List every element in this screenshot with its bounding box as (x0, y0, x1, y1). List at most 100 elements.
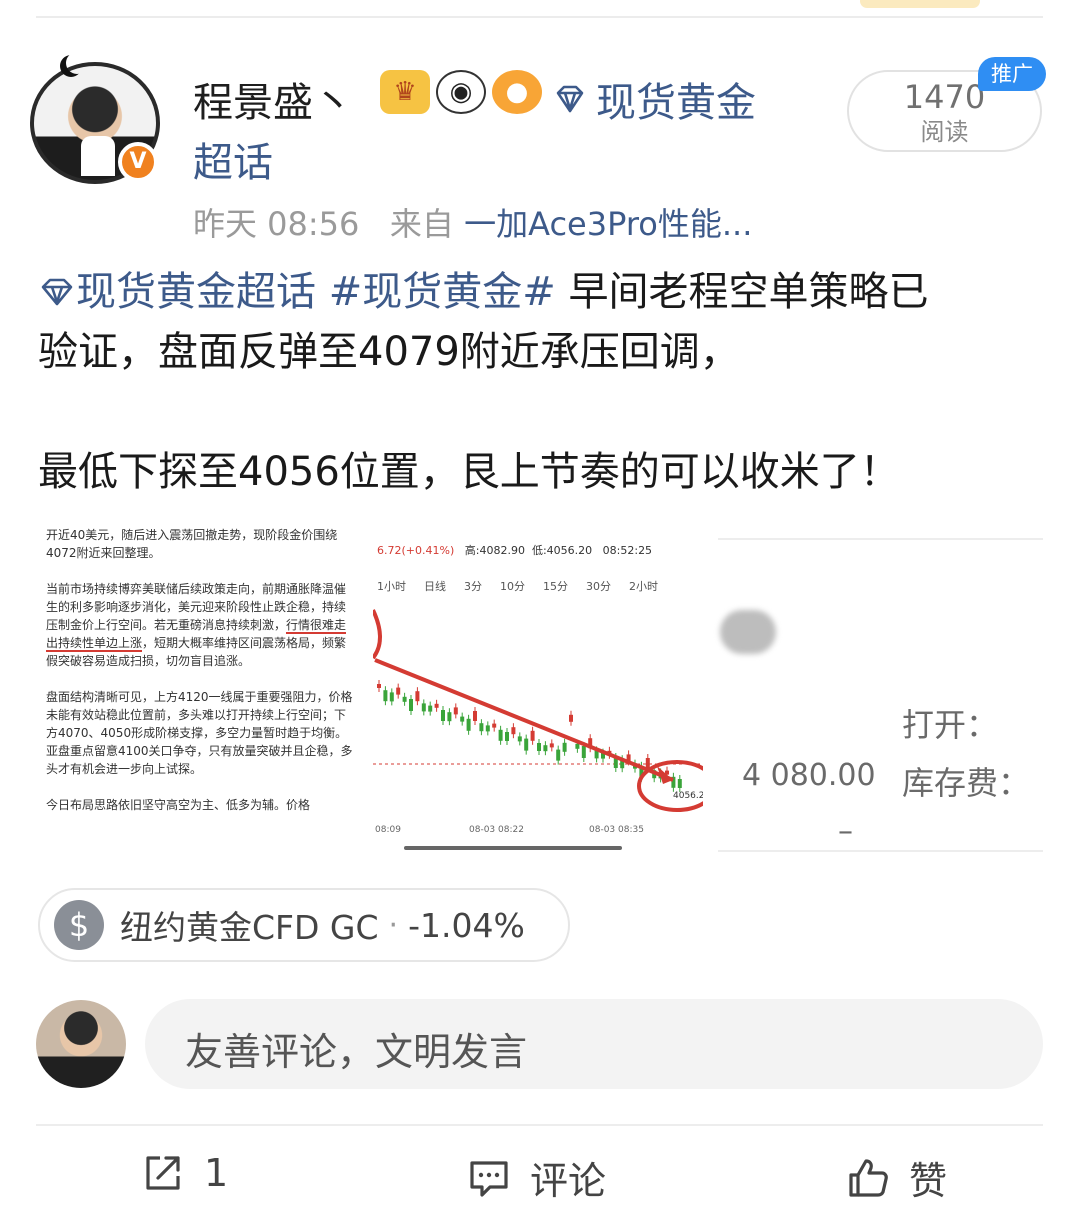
crown-badge-icon[interactable]: ♛ (380, 70, 430, 114)
candle-body (677, 779, 682, 788)
annotation-arc (373, 609, 382, 660)
stock-change: -1.04% (408, 905, 525, 945)
kline-svg: 4056.2 (373, 609, 703, 812)
time-axis-label: 08:09 (375, 825, 401, 835)
tab-timeframe: 日线 (424, 580, 446, 593)
post-line-3: 最低下探至4056位置，艮上节奏的可以收米了！ (38, 449, 900, 495)
bottom-divider (36, 1124, 1043, 1126)
candle-body (421, 703, 426, 712)
candle-body (396, 687, 401, 695)
comment-button[interactable]: 评论 (466, 1150, 606, 1205)
candle-body (569, 714, 573, 722)
chart-high: 高:4082.90 (464, 544, 525, 557)
image-kline-chart[interactable]: 6.72(+0.41%) 高:4082.90 低:4056.20 08:52:2… (373, 520, 703, 855)
candle-body (479, 723, 484, 732)
promo-badge: 推广 (978, 57, 1046, 91)
hashtag[interactable]: #现货黄金# (329, 269, 556, 315)
note-paragraph: 当前市场持续博弈美联储后续政策走向，前期通胀降温催生的利多影响逐步消化，美元迎来… (46, 582, 347, 668)
candle-body (377, 684, 381, 688)
chart-change: 6.72(+0.41%) (377, 544, 455, 557)
comment-placeholder: 友善评论，文明发言 (185, 1030, 528, 1074)
tab-timeframe: 2小时 (629, 580, 658, 593)
source-prefix: 来自 (389, 205, 454, 243)
candle-body (517, 736, 522, 742)
verified-badge-icon: V (118, 142, 158, 182)
image-quote-panel[interactable]: 打开： 4 080.00 库存费： – (718, 538, 1043, 852)
stock-separator: · (388, 907, 399, 943)
post-time: 昨天 08:56 (193, 205, 360, 243)
supertopic-tag[interactable]: 现货黄金超话 (76, 269, 316, 315)
candle-body (492, 723, 497, 728)
storage-fee-label: 库存费： (902, 764, 1031, 802)
candle-body (511, 727, 516, 735)
share-icon (146, 1156, 180, 1190)
my-avatar[interactable] (36, 1000, 126, 1088)
candle-body (498, 729, 503, 741)
post-line-2: 验证，盘面反弹至4079附近承压回调， (38, 329, 740, 375)
post-line-1: 现货黄金超话 #现货黄金# 早间老程空单策略已 (38, 262, 1038, 322)
tab-timeframe: 10分 (500, 580, 525, 593)
share-button[interactable]: 1 (140, 1150, 228, 1196)
comment-input[interactable]: 友善评论，文明发言 (145, 999, 1043, 1089)
fish-badge-icon[interactable]: ● (492, 70, 542, 114)
stock-name: 纽约黄金CFD GC (120, 908, 379, 947)
candle-body (389, 692, 394, 702)
supertopic-suffix[interactable]: 超话 (193, 130, 273, 188)
post-meta: 昨天 08:56 来自 一加Ace3Pro性能... (193, 199, 752, 245)
time-axis-label: 08-03 08:35 (589, 825, 644, 835)
candle-body (473, 711, 477, 721)
candle-body (434, 703, 439, 708)
candle-body (441, 710, 445, 721)
like-label: 赞 (909, 1159, 948, 1203)
diamond-icon (556, 85, 584, 113)
supertopic-link[interactable]: 现货黄金 (552, 70, 756, 128)
candle-body (485, 725, 490, 732)
note-paragraph: 开近40美元，随后进入震荡回撤走势，现阶段金价围绕4072附近来回整理。 (46, 528, 338, 560)
avatar-turtleneck (81, 136, 115, 176)
stock-chip[interactable]: $ 纽约黄金CFD GC · -1.04% (38, 888, 570, 962)
low-price-label: 4056.2 (673, 791, 703, 801)
candle-body (505, 732, 509, 741)
user-badges: ♛ ◉ ● (380, 70, 542, 114)
trend-arrow-line (374, 658, 674, 782)
post-line-1-text: 早间老程空单策略已 (555, 269, 929, 315)
candle-body (537, 743, 541, 751)
candle-body (575, 743, 580, 749)
candle-body (466, 718, 471, 731)
image-analysis-text[interactable]: 开近40美元，随后进入震荡回撤走势，现阶段金价围绕4072附近来回整理。 当前市… (38, 520, 363, 855)
candle-body (409, 699, 413, 711)
top-divider (36, 16, 1043, 18)
candle-body (556, 749, 561, 761)
note-paragraph: 今日布局思路依旧坚守高空为主、低多为辅。价格 (46, 798, 311, 812)
candle-body (645, 758, 650, 768)
comment-icon (470, 1160, 508, 1197)
moon-icon (66, 52, 88, 74)
candle-body (530, 730, 535, 741)
candle-body (581, 746, 586, 758)
tab-timeframe: 30分 (586, 580, 611, 593)
chart-header: 6.72(+0.41%) 高:4082.90 低:4056.20 08:52:2… (377, 542, 652, 558)
panda-badge-icon[interactable]: ◉ (436, 70, 486, 114)
candle-body (543, 745, 548, 752)
author-name[interactable]: 程景盛丶 (193, 70, 353, 128)
image-scroll-indicator (404, 846, 622, 850)
tab-timeframe: 1小时 (377, 580, 406, 593)
candle-body (524, 738, 529, 751)
diamond-icon (41, 278, 73, 306)
share-count: 1 (204, 1151, 229, 1195)
candle-body (428, 705, 433, 712)
post-images: 开近40美元，随后进入震荡回撤走势，现阶段金价围绕4072附近来回整理。 当前市… (38, 520, 1043, 855)
quote-price: 4 080.00 (742, 758, 876, 793)
time-axis-label: 08-03 08:22 (469, 825, 524, 835)
tab-timeframe: 3分 (464, 580, 482, 593)
candle-body (415, 691, 420, 702)
chart-time: 08:52:25 (602, 544, 653, 557)
candle-body (562, 742, 567, 752)
device-source[interactable]: 一加Ace3Pro性能... (464, 205, 752, 243)
dollar-icon: $ (54, 900, 104, 950)
like-button[interactable]: 赞 (845, 1150, 947, 1205)
candle-body (460, 716, 465, 722)
candle-body (549, 743, 554, 748)
supertopic-name: 现货黄金 (596, 80, 756, 126)
candle-body (453, 707, 458, 715)
